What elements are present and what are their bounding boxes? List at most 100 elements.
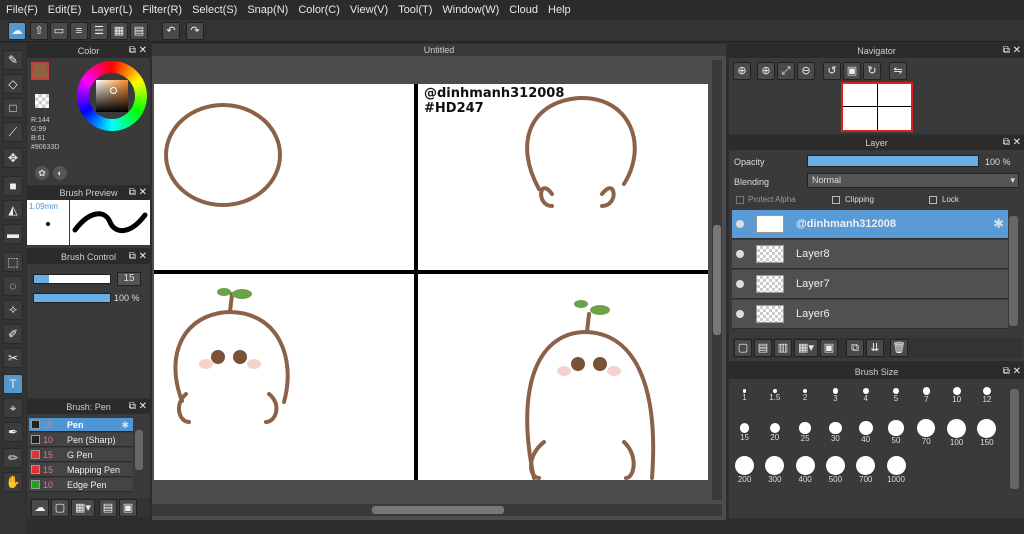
brush-size-cell[interactable]: 3 bbox=[821, 381, 850, 415]
brush-size-cell[interactable]: 4 bbox=[851, 381, 880, 415]
duplicate-layer-icon[interactable]: ⧉ bbox=[846, 339, 864, 357]
vertical-scrollbar[interactable] bbox=[712, 60, 722, 500]
grid-icon[interactable]: ▦ bbox=[110, 22, 128, 40]
layer-row[interactable]: @dinhmanh312008 ✱ bbox=[732, 210, 1008, 239]
brush-list-item[interactable]: 15 Mapping Pen bbox=[29, 463, 133, 477]
brush-size-cell[interactable]: 12 bbox=[972, 381, 1001, 415]
brush-size-slider[interactable] bbox=[33, 274, 111, 284]
comment-icon[interactable]: ▭ bbox=[50, 22, 68, 40]
chat-icon[interactable]: ≡ bbox=[70, 22, 88, 40]
brush-size-cell[interactable]: 150 bbox=[972, 418, 1001, 452]
brush-size-cell[interactable]: 25 bbox=[791, 418, 820, 452]
cloud-icon[interactable]: ☁ bbox=[8, 22, 26, 40]
gear-icon[interactable]: ✱ bbox=[121, 418, 129, 432]
move-tool-icon[interactable]: ✥ bbox=[3, 148, 23, 168]
lock-checkbox[interactable] bbox=[929, 196, 937, 204]
list-icon[interactable]: ☰ bbox=[90, 22, 108, 40]
brush-size-cell[interactable]: 700 bbox=[851, 455, 880, 489]
menu-item-11[interactable]: Help bbox=[548, 4, 571, 16]
document-tab[interactable]: Untitled bbox=[152, 44, 726, 56]
rect-select-tool-icon[interactable]: □ bbox=[3, 98, 23, 118]
panel-controls-icon[interactable]: ⧉ ✕ bbox=[1003, 365, 1021, 379]
brush-list-item[interactable]: 15 Pen ✱ bbox=[29, 418, 133, 432]
visibility-icon[interactable] bbox=[736, 250, 744, 258]
brush-size-cell[interactable]: 2 bbox=[791, 381, 820, 415]
folder-icon[interactable]: ▣ bbox=[119, 499, 137, 517]
brush-list-scrollbar[interactable] bbox=[135, 430, 143, 470]
select-pen-tool-icon[interactable]: ✐ bbox=[3, 324, 23, 344]
pen-tool-icon[interactable]: ⟋ bbox=[3, 122, 23, 142]
cloud-brush-icon[interactable]: ☁ bbox=[31, 499, 49, 517]
redo-icon[interactable]: ↷ bbox=[186, 22, 204, 40]
brush-size-cell[interactable]: 50 bbox=[882, 418, 911, 452]
brush-list-item[interactable]: 10 Pen (Sharp) bbox=[29, 433, 133, 447]
reset-view-icon[interactable]: ▣ bbox=[843, 62, 861, 80]
hue-wheel[interactable] bbox=[77, 61, 147, 131]
brush-list-item[interactable]: 15 G Pen bbox=[29, 448, 133, 462]
magic-wand-tool-icon[interactable]: ✧ bbox=[3, 300, 23, 320]
menu-item-7[interactable]: View(V) bbox=[350, 4, 388, 16]
rotate-left-icon[interactable]: ↺ bbox=[823, 62, 841, 80]
add-brush-icon[interactable]: ▦▾ bbox=[71, 499, 95, 517]
layer-row[interactable]: Layer7 bbox=[732, 270, 1008, 299]
foreground-color-swatch[interactable] bbox=[31, 62, 49, 80]
transparent-color-icon[interactable] bbox=[35, 94, 49, 108]
brush-size-scrollbar[interactable] bbox=[1010, 389, 1019, 489]
panel-controls-icon[interactable]: ⧉ ✕ bbox=[1003, 44, 1021, 58]
brush-size-cell[interactable]: 40 bbox=[851, 418, 880, 452]
brush-opacity-slider[interactable] bbox=[33, 293, 111, 303]
zoom-in-icon[interactable]: ⊕ bbox=[733, 62, 751, 80]
visibility-icon[interactable] bbox=[736, 310, 744, 318]
brush-tool-icon[interactable]: ✎ bbox=[3, 50, 23, 70]
eyedropper-tool-icon[interactable]: ✒ bbox=[3, 422, 23, 442]
zoom-out-icon[interactable]: ⊖ bbox=[797, 62, 815, 80]
vertical-scroll-thumb[interactable] bbox=[713, 225, 721, 335]
merge-layer-icon[interactable]: ⇊ bbox=[866, 339, 884, 357]
brush-size-cell[interactable]: 200 bbox=[730, 455, 759, 489]
text-tool-icon[interactable]: T bbox=[3, 374, 23, 394]
rotate-right-icon[interactable]: ↻ bbox=[863, 62, 881, 80]
menu-item-1[interactable]: Edit(E) bbox=[48, 4, 82, 16]
brush-size-cell[interactable]: 15 bbox=[730, 418, 759, 452]
layer-scrollbar[interactable] bbox=[1009, 216, 1018, 326]
hand-tool-icon[interactable]: ✋ bbox=[3, 472, 23, 492]
clipping-checkbox[interactable] bbox=[832, 196, 840, 204]
layer-row[interactable]: Layer8 bbox=[732, 240, 1008, 269]
brush-size-cell[interactable]: 300 bbox=[760, 455, 789, 489]
layer-row[interactable]: Layer6 bbox=[732, 300, 1008, 329]
folder-icon[interactable]: ▣ bbox=[820, 339, 838, 357]
menu-item-10[interactable]: Cloud bbox=[509, 4, 538, 16]
menu-item-0[interactable]: File(F) bbox=[6, 4, 38, 16]
share-icon[interactable]: ⇧ bbox=[30, 22, 48, 40]
new-folder-layer-icon[interactable]: ▥ bbox=[774, 339, 792, 357]
brush-size-cell[interactable]: 70 bbox=[912, 418, 941, 452]
panel-controls-icon[interactable]: ⧉ ✕ bbox=[129, 186, 147, 200]
menu-item-3[interactable]: Filter(R) bbox=[142, 4, 182, 16]
brush-size-cell[interactable]: 1.5 bbox=[760, 381, 789, 415]
visibility-icon[interactable] bbox=[736, 220, 744, 228]
palette-icon[interactable]: ✿ bbox=[35, 166, 49, 180]
horizontal-scroll-thumb[interactable] bbox=[372, 506, 504, 514]
brush-size-cell[interactable]: 20 bbox=[760, 418, 789, 452]
lasso-tool-icon[interactable]: ◌ bbox=[3, 276, 23, 296]
panel-controls-icon[interactable]: ⧉ ✕ bbox=[129, 400, 147, 414]
select-eraser-tool-icon[interactable]: ✂ bbox=[3, 348, 23, 368]
gear-icon[interactable]: ✱ bbox=[993, 216, 1004, 232]
brush-size-cell[interactable]: 400 bbox=[791, 455, 820, 489]
brush-size-cell[interactable]: 7 bbox=[912, 381, 941, 415]
delete-layer-icon[interactable]: 🗑 bbox=[890, 339, 908, 357]
menu-item-8[interactable]: Tool(T) bbox=[398, 4, 432, 16]
copy-brush-icon[interactable]: ▤ bbox=[99, 499, 117, 517]
pen2-tool-icon[interactable]: ✏ bbox=[3, 448, 23, 468]
menu-item-9[interactable]: Window(W) bbox=[442, 4, 499, 16]
brush-size-cell[interactable]: 1000 bbox=[882, 455, 911, 489]
panel-controls-icon[interactable]: ⧉ ✕ bbox=[129, 250, 147, 264]
add-layer-icon[interactable]: ▦▾ bbox=[794, 339, 818, 357]
new-layer-icon[interactable]: ▢ bbox=[734, 339, 752, 357]
undo-icon[interactable]: ↶ bbox=[162, 22, 180, 40]
visibility-icon[interactable] bbox=[736, 280, 744, 288]
menu-item-4[interactable]: Select(S) bbox=[192, 4, 237, 16]
fill-rect-tool-icon[interactable]: ■ bbox=[3, 176, 23, 196]
panel-controls-icon[interactable]: ⧉ ✕ bbox=[1003, 136, 1021, 150]
navigator-thumbnail[interactable] bbox=[841, 82, 913, 132]
